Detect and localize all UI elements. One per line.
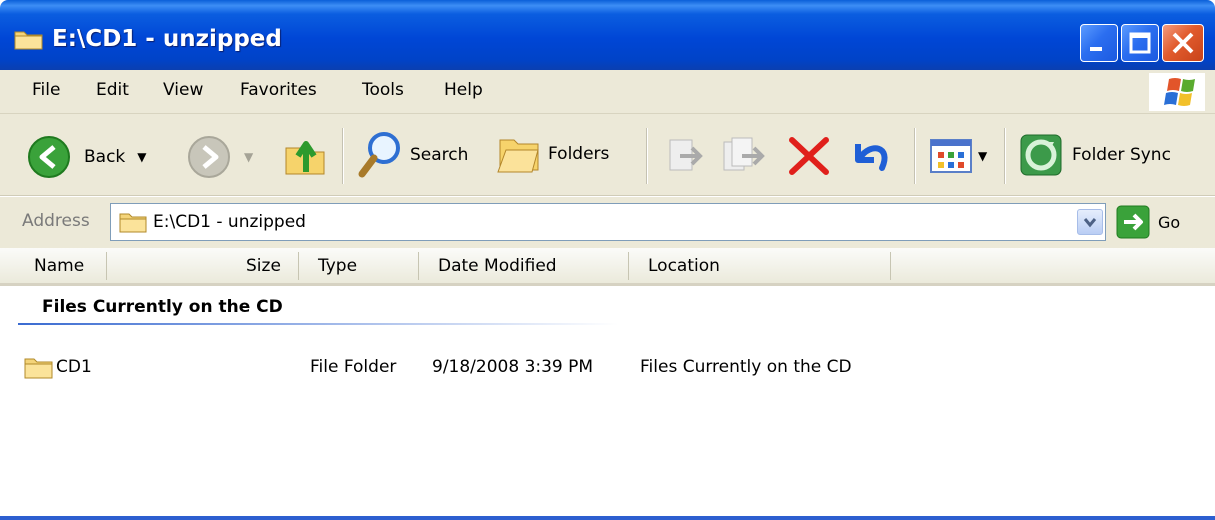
folders-label: Folders	[548, 144, 610, 164]
folders-button[interactable]: Folders	[496, 132, 609, 176]
file-list[interactable]: Files Currently on the CD CD1 File Folde…	[0, 289, 1215, 520]
menu-help[interactable]: Help	[444, 80, 483, 100]
magnifier-icon	[358, 132, 400, 178]
address-value: E:\CD1 - unzipped	[153, 212, 306, 232]
search-label: Search	[410, 145, 469, 165]
views-icon	[930, 139, 972, 173]
column-size[interactable]: Size	[246, 256, 281, 276]
views-dropdown-icon[interactable]: ▼	[978, 149, 987, 163]
item-date-modified: 9/18/2008 3:39 PM	[432, 357, 594, 377]
forward-arrow-icon	[188, 136, 230, 178]
search-button[interactable]: Search	[356, 130, 468, 180]
toolbar: Back ▼ ▼ Search Folders ▼ Folder Sync	[0, 114, 1215, 196]
close-button[interactable]	[1162, 24, 1204, 62]
menu-file[interactable]: File	[32, 80, 60, 100]
folder-sync-label: Folder Sync	[1072, 145, 1171, 165]
forward-dropdown-icon[interactable]: ▼	[244, 150, 253, 164]
folder-icon	[24, 355, 54, 384]
views-button[interactable]: ▼	[928, 136, 987, 176]
back-arrow-icon	[28, 136, 70, 178]
menu-edit[interactable]: Edit	[96, 80, 129, 100]
back-button[interactable]: Back ▼	[26, 134, 147, 180]
minimize-button[interactable]	[1080, 24, 1118, 62]
folder-up-icon	[285, 141, 325, 175]
forward-button[interactable]: ▼	[186, 134, 253, 180]
folder-icon	[119, 211, 147, 238]
address-label: Address	[22, 211, 90, 231]
menu-tools[interactable]: Tools	[362, 80, 404, 100]
column-name[interactable]: Name	[34, 256, 84, 276]
item-type: File Folder	[310, 357, 397, 377]
folder-icon	[14, 28, 44, 55]
menu-bar: File Edit View Favorites Tools Help	[0, 70, 1215, 114]
copy-to-button[interactable]	[720, 134, 770, 178]
maximize-button[interactable]	[1121, 24, 1159, 62]
move-to-button[interactable]	[664, 134, 710, 178]
menu-favorites[interactable]: Favorites	[240, 80, 317, 100]
delete-x-icon	[789, 137, 829, 175]
undo-button[interactable]	[846, 134, 896, 178]
go-arrow-icon	[1116, 205, 1150, 239]
window-title: E:\CD1 - unzipped	[52, 26, 282, 52]
undo-icon	[855, 144, 888, 171]
column-date-modified[interactable]: Date Modified	[438, 256, 557, 276]
folder-sync-icon	[1020, 134, 1062, 176]
item-location: Files Currently on the CD	[640, 357, 852, 377]
menu-view[interactable]: View	[163, 80, 203, 100]
address-input[interactable]: E:\CD1 - unzipped	[110, 203, 1106, 241]
column-type[interactable]: Type	[318, 256, 357, 276]
move-to-icon	[669, 139, 703, 171]
chevron-down-icon	[1083, 218, 1097, 228]
delete-button[interactable]	[786, 134, 832, 178]
folders-icon	[497, 139, 539, 173]
group-divider	[18, 323, 618, 325]
go-button[interactable]: Go	[1116, 205, 1180, 239]
copy-to-icon	[723, 137, 765, 171]
go-label: Go	[1158, 212, 1181, 232]
item-name: CD1	[56, 357, 92, 377]
folder-sync-button[interactable]: Folder Sync	[1018, 132, 1171, 178]
address-bar: Address E:\CD1 - unzipped Go	[0, 196, 1215, 248]
up-button[interactable]	[282, 132, 330, 180]
group-header: Files Currently on the CD	[42, 297, 283, 317]
column-header: Name Size Type Date Modified Location	[0, 248, 1215, 286]
back-dropdown-icon[interactable]: ▼	[137, 150, 146, 164]
address-dropdown-button[interactable]	[1077, 209, 1103, 235]
back-label: Back	[84, 147, 126, 167]
title-bar[interactable]: E:\CD1 - unzipped	[0, 0, 1215, 70]
window-border	[0, 516, 1215, 520]
column-location[interactable]: Location	[648, 256, 720, 276]
windows-logo-icon	[1149, 73, 1205, 111]
